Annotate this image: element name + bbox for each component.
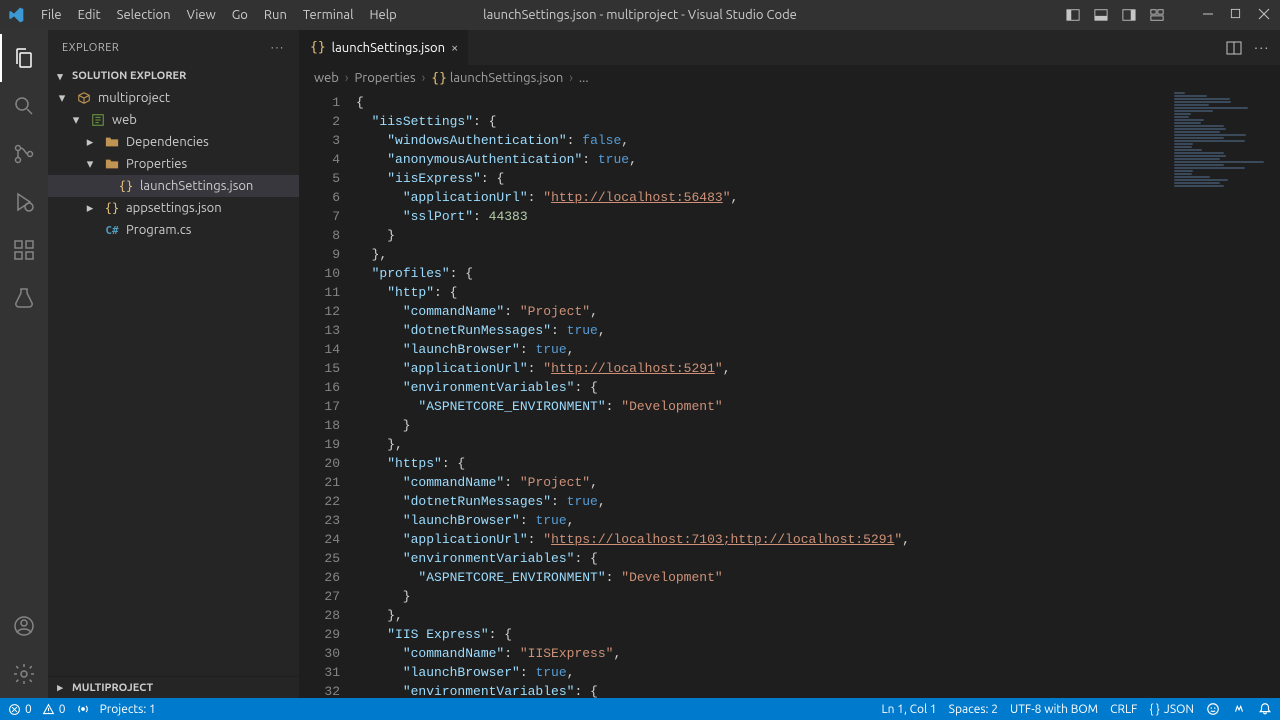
tree-item[interactable]: ▸ {} appsettings.json: [48, 197, 299, 219]
tree-item[interactable]: ▾ multiproject: [48, 87, 299, 109]
status-bell-icon[interactable]: [1258, 702, 1272, 716]
csproj-icon: [90, 113, 106, 127]
menu-selection[interactable]: Selection: [110, 6, 178, 24]
status-projects[interactable]: Projects: 1: [100, 703, 156, 716]
tree-item-label: Program.cs: [126, 223, 191, 237]
tree-item-label: appsettings.json: [126, 201, 222, 215]
minimap[interactable]: [1170, 91, 1280, 698]
menu-help[interactable]: Help: [362, 6, 403, 24]
activity-source-control[interactable]: [0, 130, 48, 178]
editor-more-icon[interactable]: ···: [1254, 41, 1270, 55]
status-broadcast-icon[interactable]: [76, 702, 90, 716]
status-errors[interactable]: 0: [8, 703, 32, 716]
chevron-right-icon: ›: [422, 71, 426, 85]
file-tree: ▾ multiproject ▾ web ▸ Dependencies ▾ Propertie…: [48, 87, 299, 676]
section-multiproject[interactable]: ▸ MULTIPROJECT: [48, 676, 299, 698]
tab-bar: {} launchSettings.json × ···: [300, 30, 1280, 65]
activity-explorer[interactable]: [0, 34, 48, 82]
breadcrumb-item[interactable]: web: [314, 71, 339, 85]
twistie-icon: ▾: [54, 91, 70, 106]
twistie-icon: ▸: [82, 201, 98, 216]
close-icon[interactable]: ×: [451, 41, 458, 55]
sidebar: EXPLORER ··· ▾ SOLUTION EXPLORER ▾ multip…: [48, 30, 300, 698]
menu-go[interactable]: Go: [225, 6, 255, 24]
menu-file[interactable]: File: [34, 6, 69, 24]
activity-testing[interactable]: [0, 274, 48, 322]
breadcrumbs[interactable]: web › Properties › {} launchSettings.json ›..…: [300, 65, 1280, 91]
twistie-icon: ▾: [68, 113, 84, 128]
sidebar-more-icon[interactable]: ···: [271, 42, 285, 54]
cs-icon: C#: [104, 224, 120, 237]
status-encoding[interactable]: UTF-8 with BOM: [1010, 703, 1098, 716]
twistie-icon: ▸: [82, 135, 98, 150]
json-icon: {}: [118, 179, 134, 193]
window-close-icon[interactable]: [1258, 8, 1272, 22]
status-feedback-icon[interactable]: [1206, 702, 1220, 716]
tree-item-label: Properties: [126, 157, 187, 171]
menu-terminal[interactable]: Terminal: [296, 6, 361, 24]
package-icon: [76, 91, 92, 105]
menubar: FileEditSelectionViewGoRunTerminalHelp l…: [0, 0, 1280, 30]
breadcrumb-item[interactable]: Properties: [355, 71, 416, 85]
chevron-right-icon: ▸: [52, 681, 68, 694]
section-footer-label: MULTIPROJECT: [72, 682, 153, 694]
tree-item[interactable]: ▾ Properties: [48, 153, 299, 175]
menu-edit[interactable]: Edit: [71, 6, 108, 24]
tree-item-label: web: [112, 113, 137, 127]
layout-panel-icon[interactable]: [1094, 8, 1108, 22]
code-editor[interactable]: { "iisSettings": { "windowsAuthenticatio…: [356, 91, 1170, 698]
activity-run-debug[interactable]: [0, 178, 48, 226]
layout-sidebar-right-icon[interactable]: [1122, 8, 1136, 22]
status-cursor[interactable]: Ln 1, Col 1: [881, 703, 936, 716]
folder-icon: [104, 135, 120, 149]
status-warnings[interactable]: 0: [42, 703, 66, 716]
window-minimize-icon[interactable]: [1202, 8, 1216, 22]
sidebar-title: EXPLORER: [62, 42, 119, 54]
folder-icon: [104, 157, 120, 171]
tree-item[interactable]: ▾ web: [48, 109, 299, 131]
activity-accounts[interactable]: [0, 602, 48, 650]
tree-item-label: launchSettings.json: [140, 179, 253, 193]
menu-run[interactable]: Run: [257, 6, 294, 24]
layout-sidebar-left-icon[interactable]: [1066, 8, 1080, 22]
activity-extensions[interactable]: [0, 226, 48, 274]
twistie-icon: ▾: [82, 157, 98, 172]
status-spaces[interactable]: Spaces: 2: [949, 703, 998, 716]
chevron-right-icon: ›: [569, 71, 573, 85]
window-maximize-icon[interactable]: [1230, 8, 1244, 22]
status-prettier-icon[interactable]: [1232, 702, 1246, 716]
split-editor-icon[interactable]: [1226, 40, 1242, 56]
breadcrumb-item[interactable]: ...: [579, 71, 589, 85]
tree-item-label: Dependencies: [126, 135, 209, 149]
editor-group: {} launchSettings.json × ··· web › Propertie…: [300, 30, 1280, 698]
section-solution-explorer[interactable]: ▾ SOLUTION EXPLORER: [48, 65, 299, 87]
line-gutter: 1234567891011121314151617181920212223242…: [300, 91, 356, 698]
chevron-down-icon: ▾: [52, 70, 68, 83]
tab-label: launchSettings.json: [332, 41, 445, 55]
activity-bar: [0, 30, 48, 698]
tab[interactable]: {} launchSettings.json ×: [300, 30, 469, 65]
tree-item[interactable]: C# Program.cs: [48, 219, 299, 241]
layout-customize-icon[interactable]: [1150, 8, 1164, 22]
tree-item[interactable]: {} launchSettings.json: [48, 175, 299, 197]
activity-settings[interactable]: [0, 650, 48, 698]
vscode-logo-icon: [8, 7, 24, 23]
json-icon: {}: [104, 201, 120, 215]
chevron-right-icon: ›: [345, 71, 349, 85]
json-icon: {}: [310, 40, 326, 55]
tree-item[interactable]: ▸ Dependencies: [48, 131, 299, 153]
tree-item-label: multiproject: [98, 91, 170, 105]
breadcrumb-item[interactable]: {} launchSettings.json: [431, 71, 563, 86]
section-label: SOLUTION EXPLORER: [72, 70, 186, 82]
status-language[interactable]: { } JSON: [1149, 703, 1194, 716]
menu-view[interactable]: View: [180, 6, 223, 24]
window-title: launchSettings.json - multiproject - Vis…: [483, 8, 797, 22]
status-bar: 0 0 Projects: 1 Ln 1, Col 1 Spaces: 2 UT…: [0, 698, 1280, 720]
status-eol[interactable]: CRLF: [1110, 703, 1137, 716]
activity-search[interactable]: [0, 82, 48, 130]
